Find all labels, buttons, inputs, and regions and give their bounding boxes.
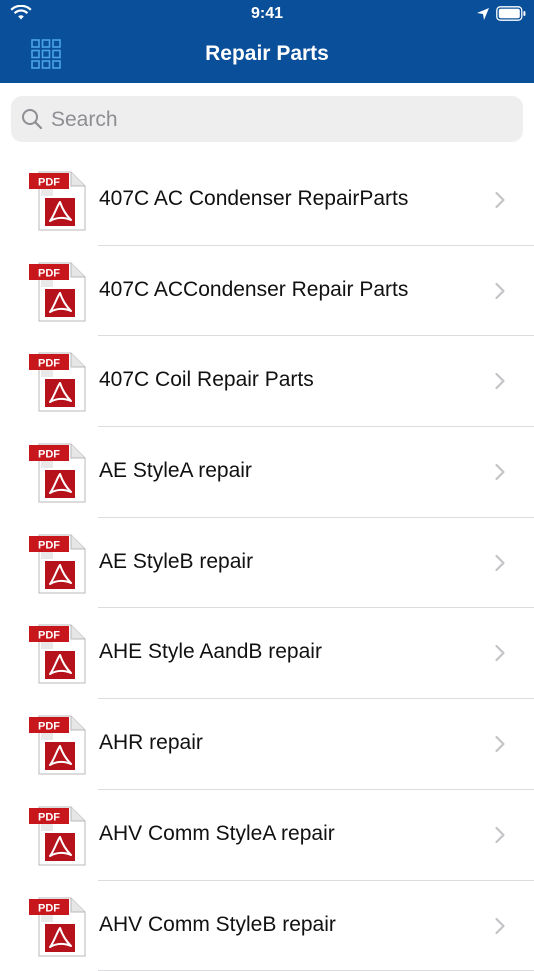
list-item[interactable]: PDF 407C AC Condenser RepairParts [0,155,534,246]
location-arrow-icon [476,7,490,21]
pdf-icon: PDF [27,623,87,685]
list-item-label: 407C Coil Repair Parts [99,368,314,392]
list-item-label: AHV Comm StyleA repair [99,822,335,846]
chevron-right-icon [494,372,506,390]
status-bar: 9:41 [0,0,534,28]
list-item-label: AE StyleB repair [99,550,253,574]
pdf-badge-label: PDF [38,358,60,370]
pdf-icon: PDF [27,442,87,504]
list-item[interactable]: PDF 407C ACCondenser Repair Parts [0,246,534,337]
chevron-right-icon [494,191,506,209]
pdf-icon: PDF [27,714,87,776]
list-item[interactable]: PDF AHV Comm StyleB repair [0,881,534,971]
list-item[interactable]: PDF AE StyleB repair [0,518,534,609]
list-item[interactable]: PDF AHE Style AandB repair [0,608,534,699]
pdf-badge-label: PDF [38,902,60,914]
pdf-icon: PDF [27,351,87,413]
list-item[interactable]: PDF AHV Comm StyleA repair [0,790,534,881]
chevron-right-icon [494,644,506,662]
navigation-bar: 9:41 Repair Parts [0,0,534,83]
chevron-right-icon [494,463,506,481]
chevron-right-icon [494,917,506,935]
page-title: Repair Parts [0,42,534,66]
list-item-label: 407C ACCondenser Repair Parts [99,278,408,302]
list-item-label: AHV Comm StyleB repair [99,913,336,937]
battery-icon [496,6,526,21]
search-bar[interactable] [11,96,523,142]
chevron-right-icon [494,282,506,300]
list-item[interactable]: PDF AHR repair [0,699,534,790]
pdf-badge-label: PDF [38,177,60,189]
pdf-icon: PDF [27,805,87,867]
chevron-right-icon [494,826,506,844]
list-item[interactable]: PDF 407C Coil Repair Parts [0,336,534,427]
pdf-icon: PDF [27,896,87,958]
search-input[interactable] [49,96,513,144]
pdf-icon: PDF [27,533,87,595]
pdf-badge-label: PDF [38,539,60,551]
chevron-right-icon [494,554,506,572]
pdf-badge-label: PDF [38,630,60,642]
pdf-icon: PDF [27,170,87,232]
status-time: 9:41 [0,5,534,23]
pdf-badge-label: PDF [38,449,60,461]
list-item-label: 407C AC Condenser RepairParts [99,187,408,211]
search-icon [21,108,43,130]
pdf-badge-label: PDF [38,267,60,279]
document-list: PDF 407C AC Condenser RepairParts PDF 40… [0,155,534,971]
list-item-label: AHR repair [99,731,203,755]
pdf-badge-label: PDF [38,811,60,823]
pdf-badge-label: PDF [38,721,60,733]
pdf-icon: PDF [27,261,87,323]
list-item-label: AE StyleA repair [99,459,252,483]
list-item[interactable]: PDF AE StyleA repair [0,427,534,518]
chevron-right-icon [494,735,506,753]
list-item-label: AHE Style AandB repair [99,640,322,664]
